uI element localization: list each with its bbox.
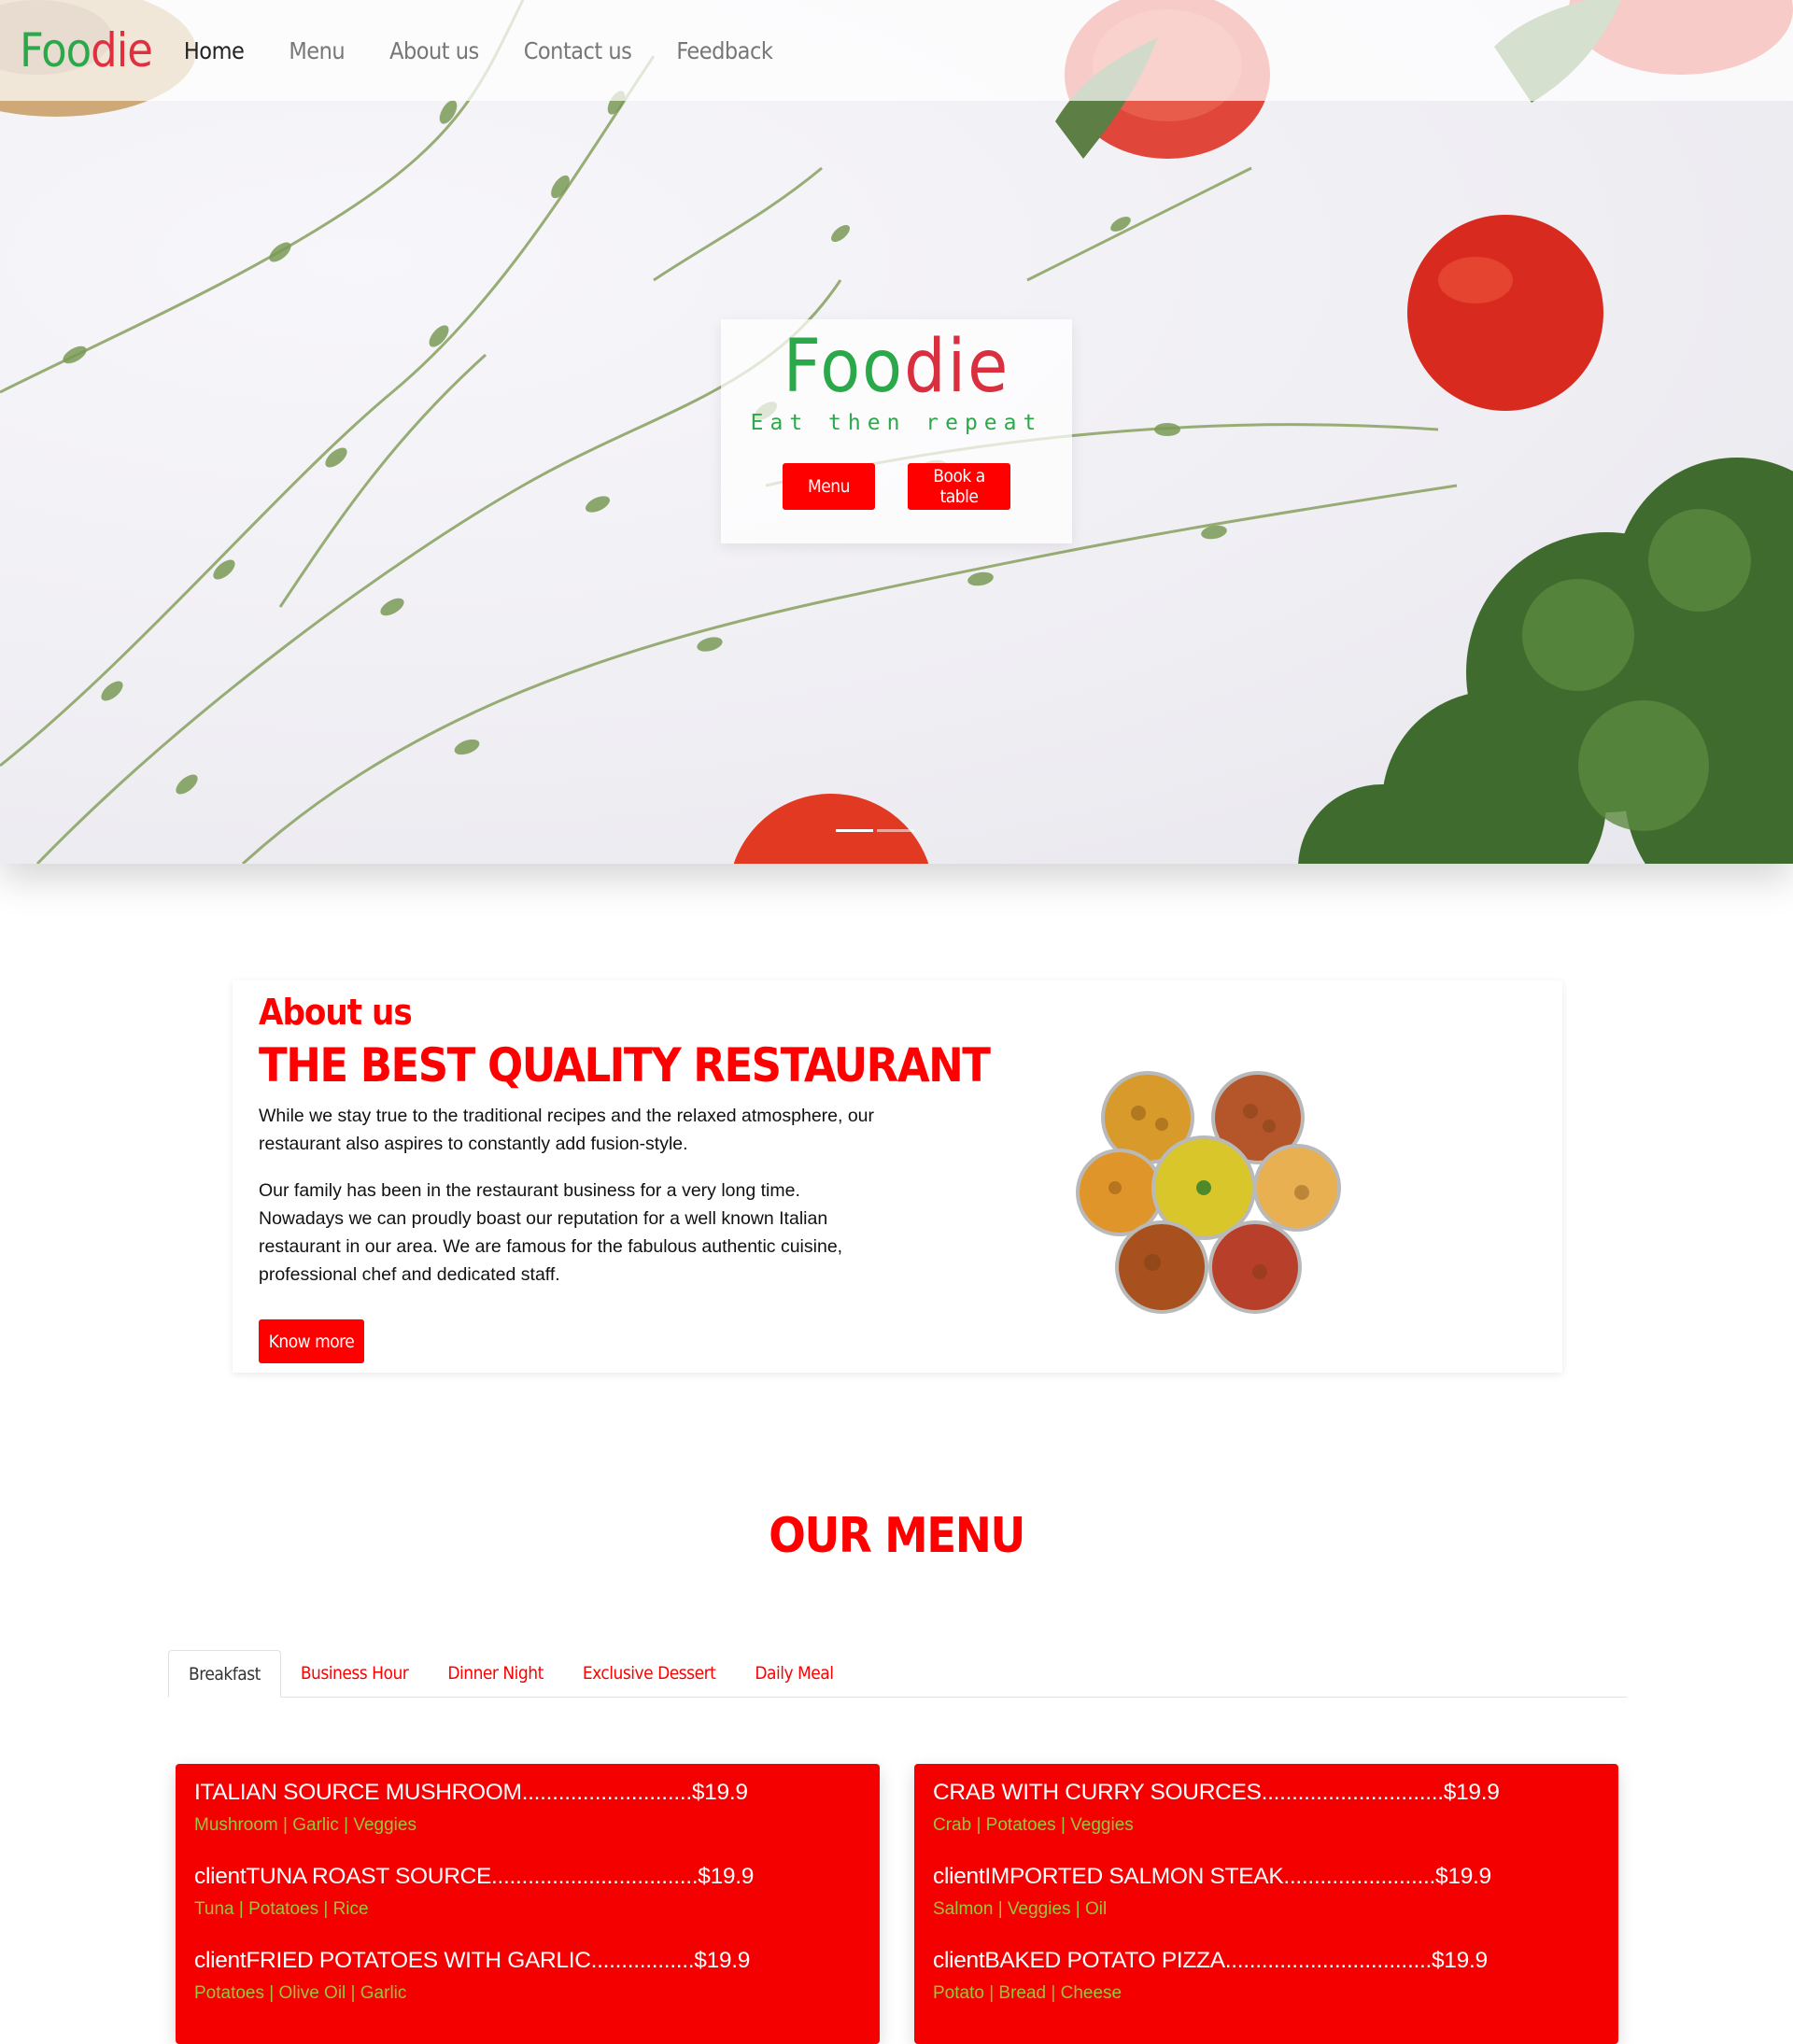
about-section: About us THE BEST QUALITY RESTAURANT Whi… xyxy=(233,980,1562,1373)
menu-item: clientIMPORTED SALMON STEAK.............… xyxy=(933,1864,1491,1920)
about-paragraph-2: Our family has been in the restaurant bu… xyxy=(259,1180,843,1285)
menu-item: clientBAKED POTATO PIZZA................… xyxy=(933,1948,1488,2004)
about-title: THE BEST QUALITY RESTAURANT xyxy=(259,1038,991,1092)
menu-item-name: clientFRIED POTATOES WITH GARLIC........… xyxy=(194,1948,751,1973)
hero-tagline: Eat then repeat xyxy=(750,411,1043,435)
menu-item: CRAB WITH CURRY SOURCES.................… xyxy=(933,1780,1500,1836)
tab-breakfast[interactable]: Breakfast xyxy=(168,1650,281,1698)
carousel-indicator-1[interactable] xyxy=(836,829,873,832)
nav-link-menu[interactable]: Menu xyxy=(289,37,345,64)
carousel-indicator-2[interactable] xyxy=(877,829,914,832)
tab-daily-meal[interactable]: Daily Meal xyxy=(735,1650,853,1697)
menu-item-ingredients: Potato | Bread | Cheese xyxy=(933,1983,1122,2003)
menu-item-name: clientBAKED POTATO PIZZA................… xyxy=(933,1948,1488,1973)
menu-item-name: clientIMPORTED SALMON STEAK.............… xyxy=(933,1864,1491,1889)
top-navbar: Foodie Home Menu About us Contact us Fee… xyxy=(0,0,1793,101)
food-dishes-image xyxy=(1076,1071,1341,1314)
brand-logo-part1: Foo xyxy=(20,23,92,78)
menu-item: ITALIAN SOURCE MUSHROOM.................… xyxy=(194,1780,748,1836)
menu-item-name: CRAB WITH CURRY SOURCES.................… xyxy=(933,1780,1500,1805)
menu-heading: OUR MENU xyxy=(769,1508,1025,1564)
about-heading: About us xyxy=(259,992,413,1033)
tab-dinner-night[interactable]: Dinner Night xyxy=(428,1650,562,1697)
menu-item-name: ITALIAN SOURCE MUSHROOM.................… xyxy=(194,1780,748,1805)
hero-carousel: Foodie Home Menu About us Contact us Fee… xyxy=(0,0,1793,864)
hero-menu-button[interactable]: Menu xyxy=(783,463,875,510)
hero-title: Foodie xyxy=(721,331,1072,403)
menu-item: clientFRIED POTATOES WITH GARLIC........… xyxy=(194,1948,750,2004)
brand-logo[interactable]: Foodie xyxy=(20,27,153,74)
tab-business-hour[interactable]: Business Hour xyxy=(281,1650,429,1697)
menu-item-ingredients: Tuna | Potatoes | Rice xyxy=(194,1899,369,1919)
carousel-indicators xyxy=(836,829,914,832)
nav-link-contact-us[interactable]: Contact us xyxy=(524,37,632,64)
nav-links: Home Menu About us Contact us Feedback xyxy=(162,37,795,64)
menu-tabs: Breakfast Business Hour Dinner Night Exc… xyxy=(168,1650,1627,1698)
menu-card-left: ITALIAN SOURCE MUSHROOM.................… xyxy=(176,1764,880,2044)
nav-link-feedback[interactable]: Feedback xyxy=(676,37,773,64)
menu-item-ingredients: Potatoes | Olive Oil | Garlic xyxy=(194,1983,407,2003)
menu-item-ingredients: Mushroom | Garlic | Veggies xyxy=(194,1815,416,1835)
hero-caption-card: Foodie Eat then repeat Menu Book a table xyxy=(721,319,1072,543)
know-more-button[interactable]: Know more xyxy=(259,1319,364,1363)
menu-card-right: CRAB WITH CURRY SOURCES.................… xyxy=(914,1764,1618,2044)
menu-item-name: clientTUNA ROAST SOURCE.................… xyxy=(194,1864,755,1889)
menu-item-ingredients: Salmon | Veggies | Oil xyxy=(933,1899,1108,1919)
book-table-button[interactable]: Book a table xyxy=(908,463,1010,510)
brand-logo-part2: die xyxy=(91,23,153,78)
menu-item: clientTUNA ROAST SOURCE.................… xyxy=(194,1864,754,1920)
nav-link-home[interactable]: Home xyxy=(184,37,245,64)
tab-exclusive-dessert[interactable]: Exclusive Dessert xyxy=(563,1650,736,1697)
about-paragraph-1: While we stay true to the traditional re… xyxy=(259,1106,875,1154)
hero-title-part1: Foo xyxy=(783,325,905,409)
hero-title-part2: die xyxy=(904,325,1010,409)
menu-item-ingredients: Crab | Potatoes | Veggies xyxy=(933,1815,1134,1835)
nav-link-about-us[interactable]: About us xyxy=(389,37,479,64)
